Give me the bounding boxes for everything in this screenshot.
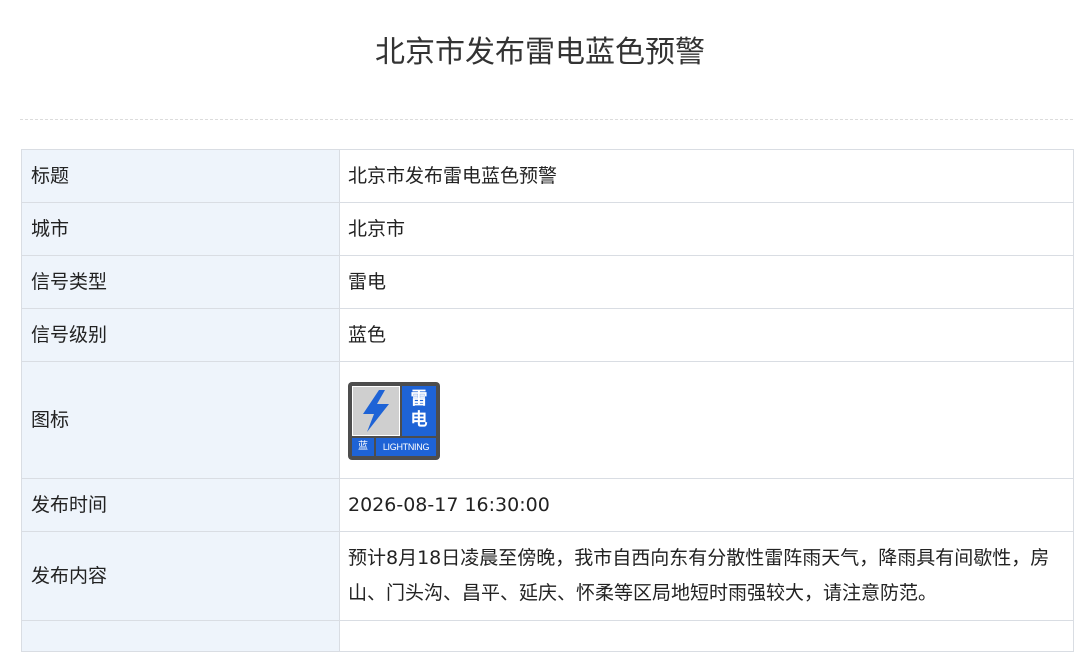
warning-char-1: 雷 bbox=[410, 389, 428, 409]
warning-type-label: 雷 电 bbox=[402, 386, 436, 436]
bolt-graphic bbox=[363, 390, 389, 432]
table-row-title: 标题 北京市发布雷电蓝色预警 bbox=[21, 149, 1074, 203]
row-value: 2026-08-17 16:30:00 bbox=[339, 478, 1074, 532]
row-label: 发布时间 bbox=[21, 478, 340, 532]
warning-level-label: 蓝 bbox=[352, 438, 374, 456]
table-row-publish-time: 发布时间 2026-08-17 16:30:00 bbox=[21, 478, 1074, 532]
row-label: 发布内容 bbox=[21, 531, 340, 621]
row-value: 预计8月18日凌晨至傍晚，我市自西向东有分散性雷阵雨天气，降雨具有间歇性，房山、… bbox=[339, 531, 1074, 621]
icon-bottom-bar: 蓝 LIGHTNING bbox=[352, 438, 436, 456]
row-label-empty bbox=[21, 620, 340, 652]
row-label: 图标 bbox=[21, 361, 340, 479]
page-title: 北京市发布雷电蓝色预警 bbox=[375, 35, 705, 70]
row-value: 北京市 bbox=[339, 202, 1074, 256]
row-label: 信号级别 bbox=[21, 308, 340, 362]
table-row-content: 发布内容 预计8月18日凌晨至傍晚，我市自西向东有分散性雷阵雨天气，降雨具有间歇… bbox=[21, 531, 1074, 621]
table-row-signal-type: 信号类型 雷电 bbox=[21, 255, 1074, 309]
lightning-bolt-icon bbox=[352, 386, 400, 436]
table-row-icon: 图标 雷 电 蓝 LIGHTNING bbox=[21, 361, 1074, 479]
warning-char-2: 电 bbox=[410, 410, 428, 430]
row-value-empty bbox=[339, 620, 1074, 652]
warning-english-label: LIGHTNING bbox=[376, 438, 436, 456]
row-value: 雷电 bbox=[339, 255, 1074, 309]
row-value: 北京市发布雷电蓝色预警 bbox=[339, 149, 1074, 203]
warning-info-table: 标题 北京市发布雷电蓝色预警 城市 北京市 信号类型 雷电 信号级别 蓝色 图标 bbox=[21, 149, 1074, 652]
table-row-signal-level: 信号级别 蓝色 bbox=[21, 308, 1074, 362]
row-label: 标题 bbox=[21, 149, 340, 203]
title-divider bbox=[20, 119, 1073, 120]
row-value: 雷 电 蓝 LIGHTNING bbox=[339, 361, 1074, 479]
row-label: 城市 bbox=[21, 202, 340, 256]
table-row-city: 城市 北京市 bbox=[21, 202, 1074, 256]
table-row-extra bbox=[21, 620, 1074, 652]
row-value: 蓝色 bbox=[339, 308, 1074, 362]
lightning-warning-icon: 雷 电 蓝 LIGHTNING bbox=[348, 382, 440, 460]
row-label: 信号类型 bbox=[21, 255, 340, 309]
